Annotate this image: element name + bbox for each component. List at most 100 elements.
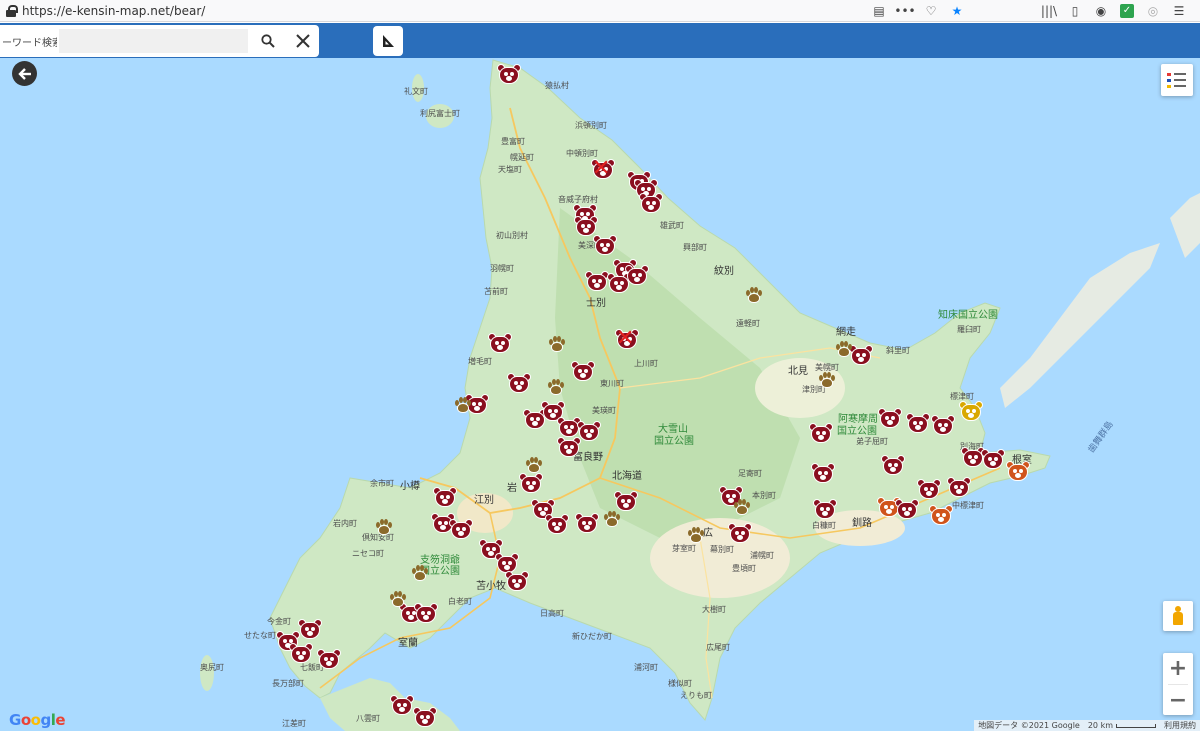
scale-indicator[interactable]: 20 km (1088, 721, 1156, 730)
paw-marker[interactable] (388, 590, 408, 608)
legend-button[interactable] (1161, 64, 1193, 96)
paw-marker[interactable] (547, 335, 567, 353)
bear-marker[interactable] (570, 360, 596, 382)
bear-marker[interactable] (980, 448, 1006, 470)
bookmark-star-icon[interactable]: ★ (946, 0, 968, 22)
map-label: 江差町 (282, 719, 306, 728)
bear-marker[interactable] (544, 513, 570, 535)
back-button[interactable] (12, 61, 37, 86)
paw-marker[interactable] (410, 564, 430, 582)
bear-marker[interactable] (556, 436, 582, 458)
map-label: 幕別町 (710, 545, 734, 554)
attribution-text[interactable]: 地図データ ©2021 Google (978, 720, 1080, 731)
bear-marker[interactable] (574, 512, 600, 534)
bear-marker[interactable] (727, 522, 753, 544)
paw-marker[interactable] (374, 518, 394, 536)
address-bar[interactable]: https://e-kensin-map.net/bear/ (0, 0, 860, 22)
map-label: 増毛町 (468, 357, 492, 366)
sidebar-icon[interactable]: ▯ (1064, 0, 1086, 22)
bear-marker[interactable] (877, 407, 903, 429)
menu-icon[interactable]: ☰ (1168, 0, 1190, 22)
search-icon (261, 34, 275, 48)
map-label: 北海道 (612, 471, 642, 482)
bear-marker[interactable] (808, 422, 834, 444)
logo-letter: e (55, 711, 66, 729)
bear-marker[interactable] (518, 472, 544, 494)
paw-marker[interactable] (732, 498, 752, 516)
terms-link[interactable]: 利用規約 (1164, 720, 1196, 731)
paw-marker[interactable] (546, 378, 566, 396)
bear-marker[interactable] (288, 642, 314, 664)
bear-marker-orange[interactable] (1005, 460, 1031, 482)
paw-marker[interactable] (453, 396, 473, 414)
url-text[interactable]: https://e-kensin-map.net/bear/ (22, 4, 205, 18)
clear-button[interactable] (288, 27, 319, 55)
paw-marker[interactable] (817, 371, 837, 389)
map-label: せたな町 (244, 631, 276, 640)
map-label: 初山別村 (496, 231, 528, 240)
paw-marker[interactable] (744, 286, 764, 304)
bear-marker[interactable] (810, 462, 836, 484)
bear-marker[interactable] (592, 234, 618, 256)
bear-marker[interactable] (506, 372, 532, 394)
map-label: 室蘭 (398, 638, 418, 649)
bear-marker-orange[interactable] (928, 504, 954, 526)
bear-marker[interactable] (812, 498, 838, 520)
search-input[interactable] (58, 29, 249, 53)
bear-marker[interactable] (930, 414, 956, 436)
paw-marker[interactable] (602, 510, 622, 528)
zoom-out-button[interactable]: − (1163, 685, 1193, 716)
bear-marker[interactable] (413, 602, 439, 624)
zoom-in-button[interactable]: + (1163, 653, 1193, 684)
bear-marker[interactable] (880, 454, 906, 476)
bear-marker[interactable] (624, 264, 650, 286)
scale-text: 20 km (1087, 721, 1113, 730)
map-label: 新ひだか町 (572, 632, 612, 641)
paw-marker[interactable] (834, 340, 854, 358)
bear-marker[interactable] (613, 490, 639, 512)
more-icon[interactable]: ••• (894, 0, 916, 22)
zoom-control: + − (1163, 653, 1193, 715)
bear-marker[interactable] (487, 332, 513, 354)
scale-bar (1116, 723, 1156, 728)
extension-check-icon[interactable]: ✓ (1120, 3, 1134, 18)
bear-marker[interactable] (638, 192, 664, 214)
map-label: 中標津町 (952, 501, 984, 510)
street-view-button[interactable] (1163, 601, 1193, 631)
bear-marker[interactable] (905, 412, 931, 434)
bear-marker[interactable] (316, 648, 342, 670)
bear-marker[interactable] (946, 476, 972, 498)
legend-line (1174, 79, 1186, 81)
bear-marker[interactable] (432, 486, 458, 508)
pocket-icon[interactable]: ♡ (920, 0, 942, 22)
bear-marker[interactable] (504, 570, 530, 592)
legend-dot-red (1167, 72, 1171, 76)
bear-marker-crossed[interactable] (614, 326, 640, 352)
paw-marker[interactable] (686, 526, 706, 544)
extension-icon[interactable]: ◎ (1142, 0, 1164, 22)
bear-marker[interactable] (448, 518, 474, 540)
bear-marker[interactable] (916, 478, 942, 500)
bear-marker[interactable] (412, 706, 438, 728)
bear-marker[interactable] (496, 63, 522, 85)
library-icon[interactable]: |||\ (1038, 0, 1060, 22)
bear-marker[interactable] (894, 498, 920, 520)
paw-marker[interactable] (524, 456, 544, 474)
map-label: 小樽 (400, 481, 420, 492)
map-label: 八雲町 (356, 714, 380, 723)
okushiri-island (200, 655, 214, 691)
measure-button[interactable] (373, 26, 403, 56)
reader-icon[interactable]: ▤ (868, 0, 890, 22)
bear-marker-yellow[interactable] (958, 400, 984, 422)
map-label: 豊富町 (501, 137, 525, 146)
map-label: 白老町 (448, 597, 472, 606)
legend-line (1174, 85, 1186, 87)
bear-marker-crossed[interactable] (590, 156, 616, 182)
map-label: 苫前町 (484, 287, 508, 296)
account-icon[interactable]: ◉ (1090, 0, 1112, 22)
search-button[interactable] (252, 27, 283, 55)
google-logo[interactable]: Google (9, 711, 66, 729)
map-label: 東川町 (600, 379, 624, 388)
map-canvas[interactable]: 猿払村 礼文町 利尻富士町 浜頓別町 豊富町 幌延町 中頓別町 天塩町 音威子府… (0, 58, 1200, 731)
map-attribution: 地図データ ©2021 Google 20 km 利用規約 (974, 720, 1200, 731)
